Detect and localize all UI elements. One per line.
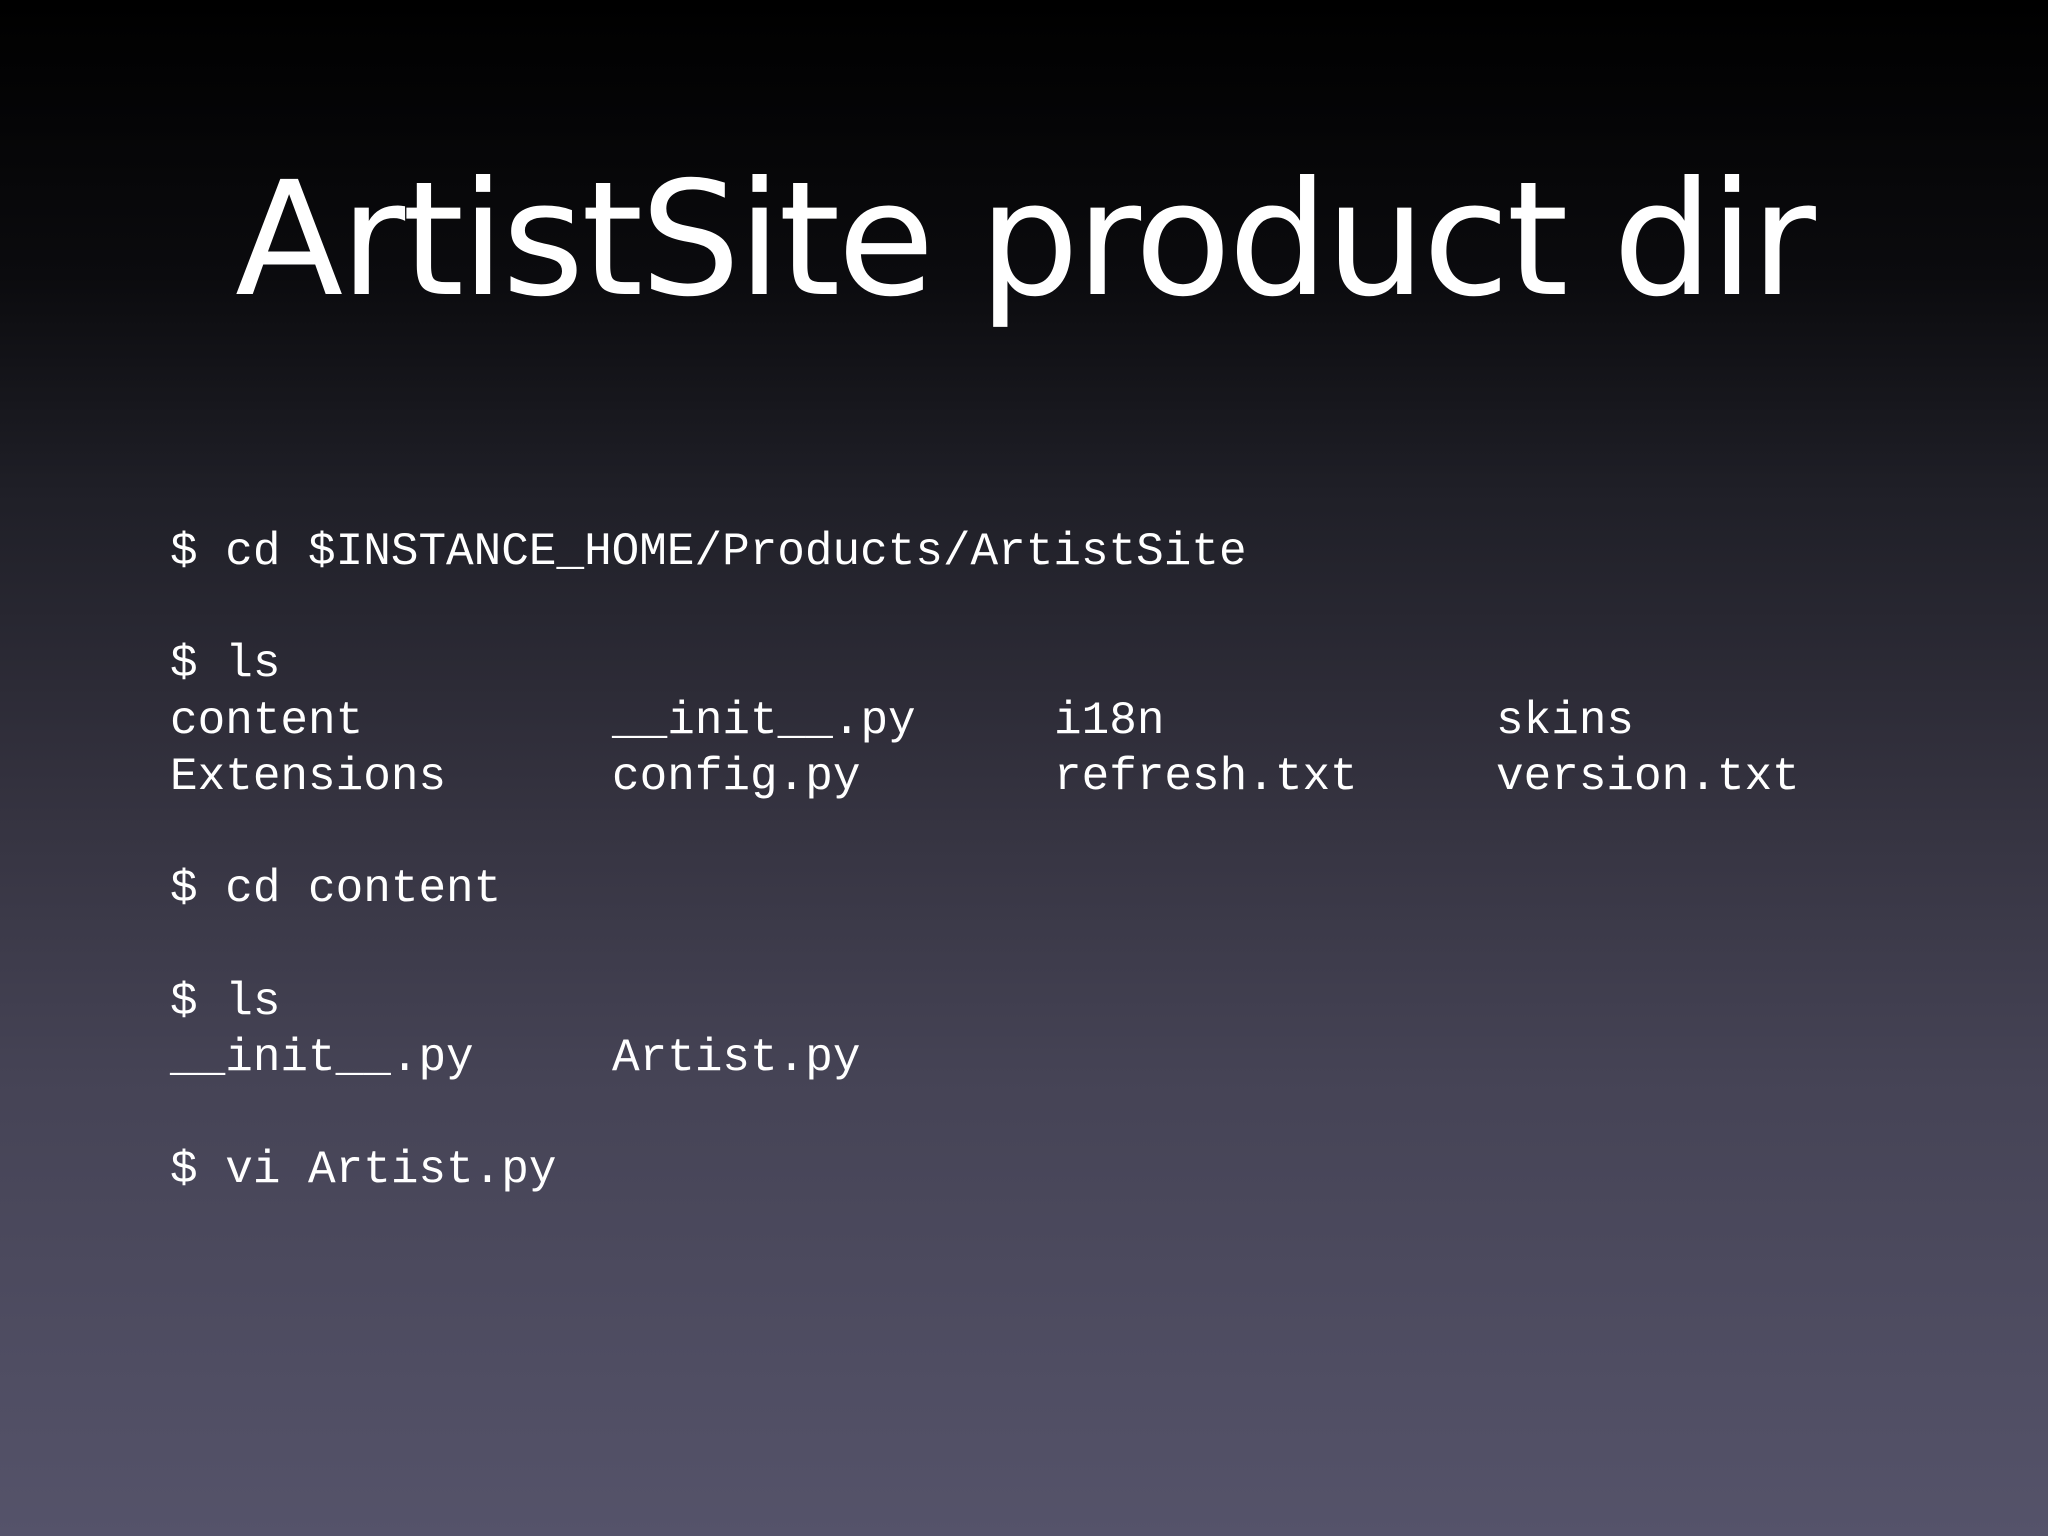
listing-row: Extensions config.py refresh.txt version.tx… <box>170 749 1938 805</box>
file-entry: Extensions <box>170 750 447 803</box>
listing-row: content __init__.py i18n skins <box>170 693 1938 749</box>
file-entry: __init__.py <box>170 1031 474 1084</box>
command-line: $ cd content <box>170 863 502 916</box>
slide: ArtistSite product dir $ cd $INSTANCE_HO… <box>0 0 2048 1536</box>
command-line: $ ls <box>170 975 281 1028</box>
file-entry: version.txt <box>1496 750 1800 803</box>
file-entry: __init__.py <box>612 694 916 747</box>
file-entry: refresh.txt <box>1054 750 1358 803</box>
file-entry: config.py <box>612 750 861 803</box>
file-entry: i18n <box>1054 694 1165 747</box>
listing-row: __init__.py Artist.py <box>170 1030 1938 1086</box>
slide-title: ArtistSite product dir <box>235 148 1816 332</box>
terminal-session: $ cd $INSTANCE_HOME/Products/ArtistSite … <box>170 524 1938 1198</box>
command-line: $ cd $INSTANCE_HOME/Products/ArtistSite <box>170 526 1247 578</box>
command-line: $ vi Artist.py <box>170 1144 557 1197</box>
file-entry: skins <box>1496 694 1635 747</box>
file-entry: content <box>170 694 364 747</box>
command-line: $ ls <box>170 638 281 691</box>
file-entry: Artist.py <box>612 1031 861 1084</box>
